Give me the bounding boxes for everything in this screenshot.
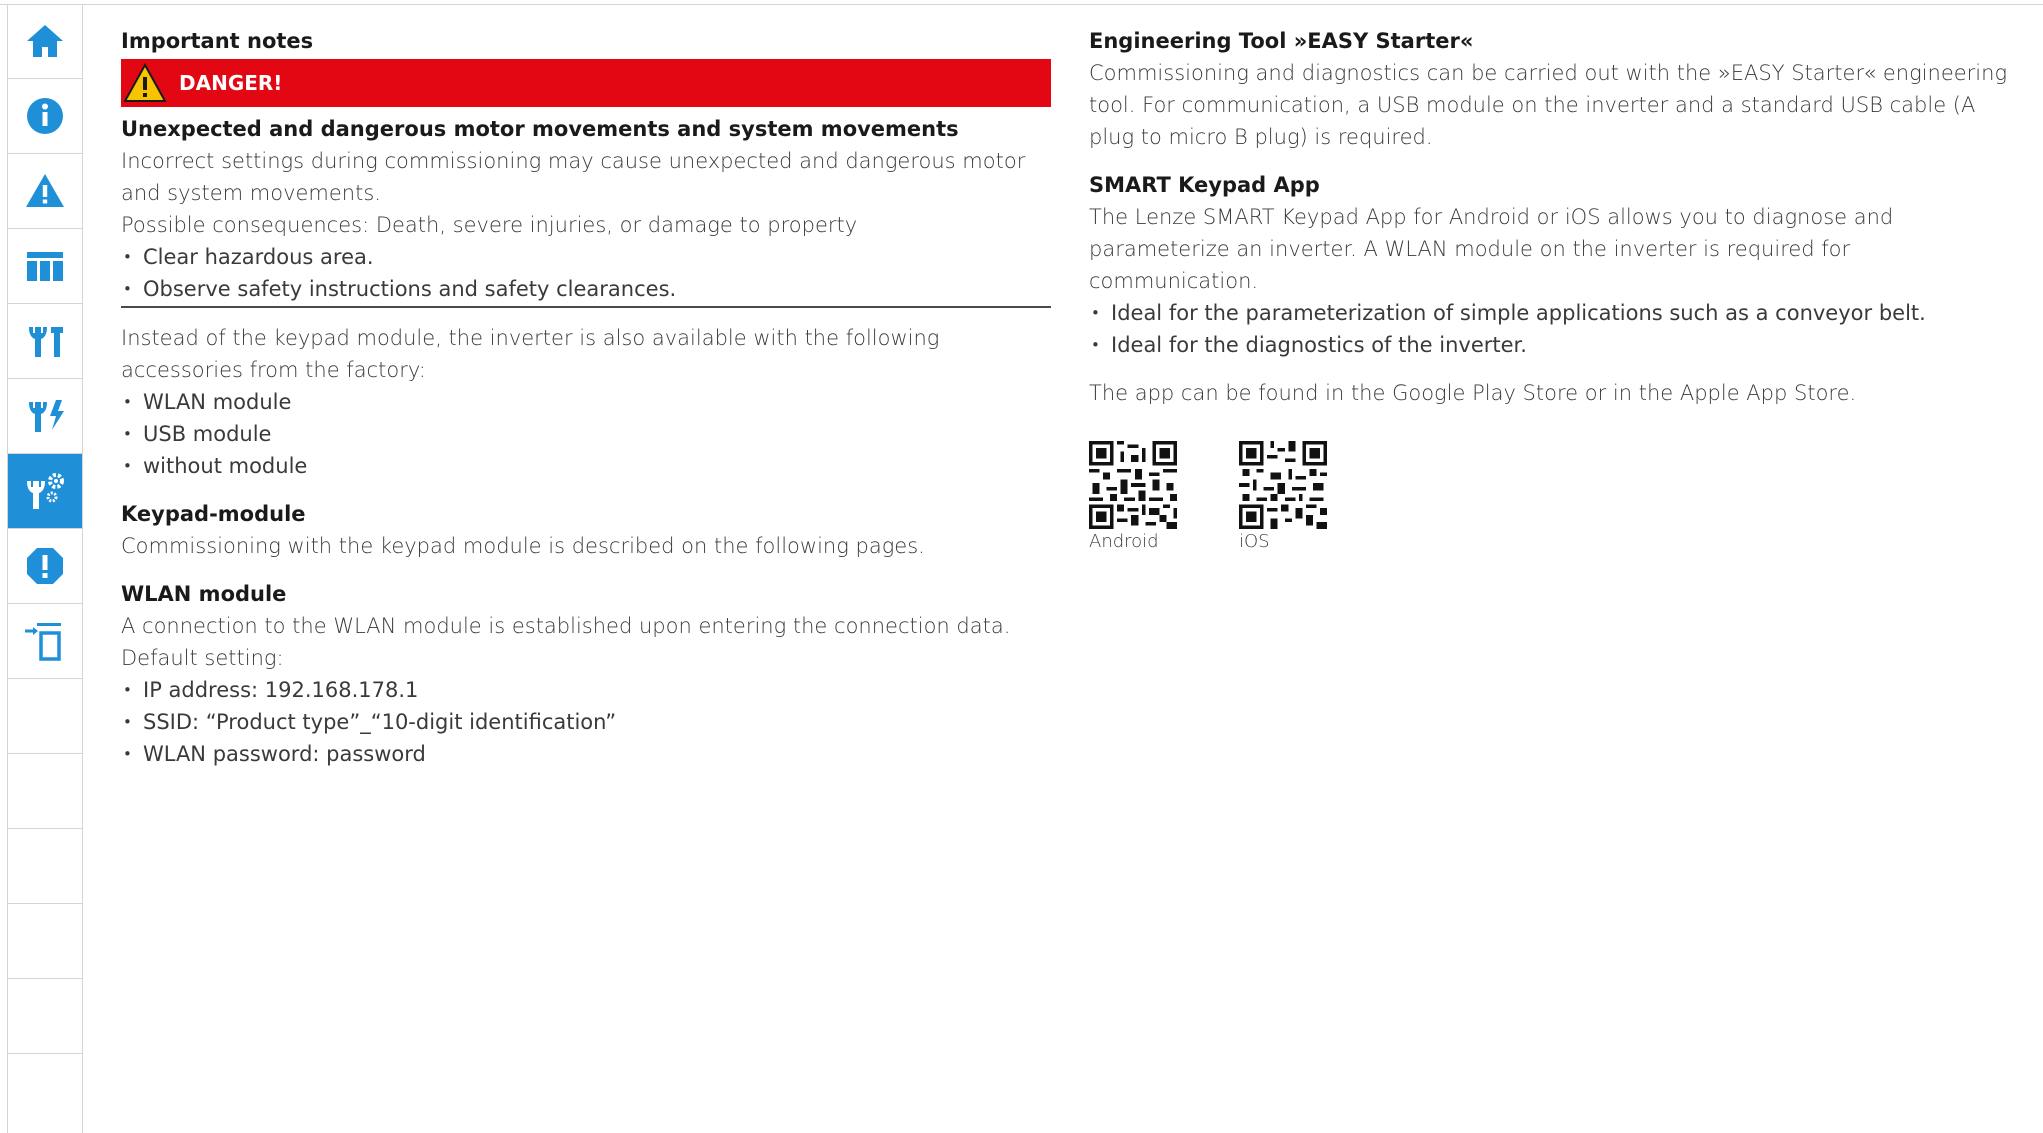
tools-icon — [29, 327, 63, 357]
qr-codes: Android iOS — [1089, 441, 2019, 554]
smart-keypad-title: SMART Keypad App — [1089, 173, 1320, 197]
sidebar-item-empty — [8, 979, 82, 1054]
sidebar-item-safety[interactable] — [8, 154, 82, 229]
list-item: Ideal for the diagnostics of the inverte… — [1089, 329, 2019, 361]
sidebar-item-empty — [8, 904, 82, 979]
commissioning-icon — [27, 473, 64, 509]
info-icon — [27, 98, 63, 134]
list-item: Ideal for the parameterization of simple… — [1089, 297, 2019, 329]
easy-starter-text: Commissioning and diagnostics can be car… — [1089, 61, 2008, 149]
sidebar-item-empty — [8, 829, 82, 904]
qr-code-icon — [1239, 441, 1327, 529]
warning-triangle-icon — [123, 63, 167, 102]
important-notes-title: Important notes — [121, 29, 314, 53]
qr-android-label: Android — [1089, 531, 1159, 552]
keypad-module-title: Keypad-module — [121, 502, 306, 526]
home-icon — [27, 25, 63, 57]
keypad-module-text: Commissioning with the keypad module is … — [121, 534, 925, 558]
accessories-intro: Instead of the keypad module, the invert… — [121, 326, 940, 382]
sidebar-item-commissioning[interactable] — [8, 454, 82, 529]
sidebar — [7, 4, 83, 1133]
right-column: Engineering Tool »EASY Starter« Commissi… — [1089, 25, 2019, 554]
list-item: USB module — [121, 418, 1051, 450]
default-setting-label: Default setting: — [121, 646, 284, 670]
smart-keypad-list: Ideal for the parameterization of simple… — [1089, 297, 2019, 361]
danger-measures-list: Clear hazardous area. Observe safety ins… — [121, 241, 1051, 305]
warning-icon — [26, 174, 64, 207]
qr-ios-label: iOS — [1239, 531, 1270, 552]
list-item: IP address: 192.168.178.1 — [121, 674, 1051, 706]
sidebar-item-electrical[interactable] — [8, 379, 82, 454]
error-icon — [27, 548, 63, 584]
wlan-module-title: WLAN module — [121, 582, 287, 606]
danger-heading: Unexpected and dangerous motor movements… — [121, 117, 959, 141]
left-column: Important notes DANGER! Unexpected and d… — [121, 25, 1051, 770]
danger-notice: Unexpected and dangerous motor movements… — [121, 113, 1051, 308]
table-icon — [27, 252, 63, 281]
easy-starter-title: Engineering Tool »EASY Starter« — [1089, 29, 1474, 53]
electrical-tools-icon — [29, 400, 64, 432]
list-item: without module — [121, 450, 1051, 482]
sidebar-item-table[interactable] — [8, 229, 82, 304]
danger-text: Incorrect settings during commissioning … — [121, 149, 1026, 205]
wlan-defaults-list: IP address: 192.168.178.1 SSID: “Product… — [121, 674, 1051, 770]
sidebar-item-empty — [8, 679, 82, 754]
top-divider — [0, 4, 2043, 5]
list-item: Clear hazardous area. — [121, 241, 1051, 273]
list-item: WLAN module — [121, 386, 1051, 418]
accessories-list: WLAN module USB module without module — [121, 386, 1051, 482]
export-icon — [25, 623, 61, 661]
sidebar-item-home[interactable] — [8, 4, 82, 79]
list-item: Observe safety instructions and safety c… — [121, 273, 1051, 305]
app-store-text: The app can be found in the Google Play … — [1089, 381, 1857, 405]
sidebar-item-errors[interactable] — [8, 529, 82, 604]
qr-code-icon — [1089, 441, 1177, 529]
danger-label: DANGER! — [179, 71, 283, 95]
danger-consequences: Possible consequences: Death, severe inj… — [121, 213, 858, 237]
sidebar-item-info[interactable] — [8, 79, 82, 154]
qr-ios[interactable]: iOS — [1239, 441, 1389, 554]
wlan-module-text: A connection to the WLAN module is estab… — [121, 614, 1011, 638]
sidebar-item-empty — [8, 754, 82, 829]
list-item: SSID: “Product type”_“10-digit identific… — [121, 706, 1051, 738]
qr-android[interactable]: Android — [1089, 441, 1239, 554]
smart-keypad-text: The Lenze SMART Keypad App for Android o… — [1089, 205, 1894, 293]
sidebar-item-export[interactable] — [8, 604, 82, 679]
list-item: WLAN password: password — [121, 738, 1051, 770]
danger-banner: DANGER! — [121, 59, 1051, 107]
sidebar-item-mounting[interactable] — [8, 304, 82, 379]
